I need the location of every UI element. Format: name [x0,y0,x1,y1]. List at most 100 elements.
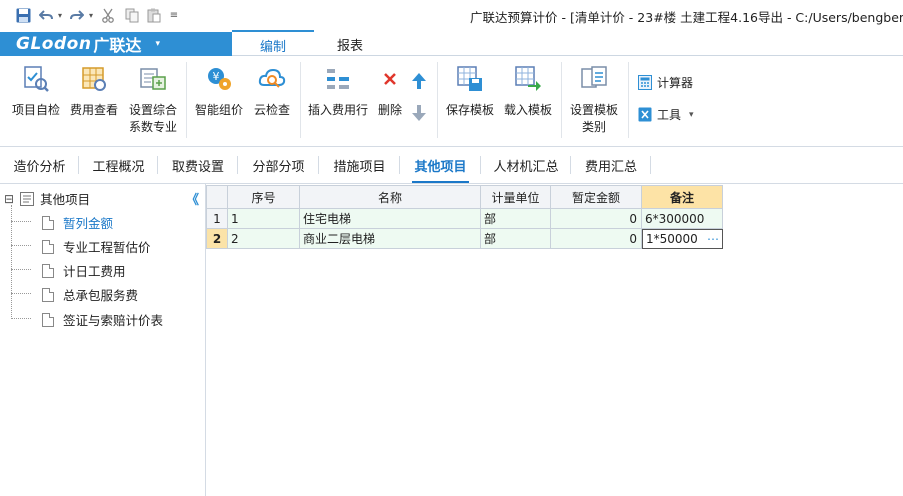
copy-icon[interactable] [124,6,140,24]
cell-remark[interactable]: 6*300000 [642,209,723,229]
load-template-icon [513,64,543,94]
paste-icon[interactable] [146,6,162,24]
document-icon [42,312,54,327]
tree-item-provisional-sum[interactable]: 暂列金额 [42,213,113,232]
set-coefficient-label-line2: 系数专业 [128,120,177,134]
delete-x-icon [375,64,405,94]
smart-price-button[interactable]: ¥ 智能组价 [193,64,245,119]
delete-label: 删除 [377,103,402,117]
cell-unit[interactable]: 部 [481,209,551,229]
column-header-amount[interactable]: 暂定金额 [551,185,642,209]
set-template-category-label-line1: 设置模板 [569,103,618,117]
tab-label: 造价分析 [13,159,66,175]
tree-root-other-items[interactable]: ⊟ 其他项目 [4,189,90,208]
tree-item-daywork[interactable]: 计日工费用 [42,261,126,280]
set-template-category-label: 设置模板 类别 [570,102,618,136]
column-header-unit[interactable]: 计量单位 [481,185,551,209]
fee-view-button[interactable]: 费用查看 [68,64,120,119]
cell-remark-editing[interactable]: 1*50000 ⋯ [642,229,723,249]
tab-cost-analysis[interactable]: 造价分析 [0,147,79,183]
tab-other-items[interactable]: 其他项目 [400,147,481,183]
undo-icon[interactable] [38,6,54,24]
view-tabs: 造价分析 工程概况 取费设置 分部分项 措施项目 其他项目 人材机汇总 费用汇总 [0,147,903,184]
set-template-category-label-line2: 类别 [581,120,606,134]
move-down-icon[interactable] [411,104,427,122]
tree-item-professional-estimate[interactable]: 专业工程暂估价 [42,237,151,256]
self-check-button[interactable]: 项目自检 [10,64,62,119]
svg-text:¥: ¥ [213,70,220,83]
tab-label: 措施项目 [333,159,386,175]
tab-sub-items[interactable]: 分部分项 [238,147,319,183]
redo-icon[interactable] [69,6,85,24]
tree-item-contractor-service[interactable]: 总承包服务费 [42,285,138,304]
cell-amount[interactable]: 0 [551,229,642,249]
redo-dropdown-icon[interactable]: ▾ [86,6,96,24]
undo-dropdown-icon[interactable]: ▾ [55,6,65,24]
menu-tab-report[interactable]: 报表 [314,32,386,56]
cell-name[interactable]: 住宅电梯 [300,209,481,229]
insert-row-icon [323,64,353,94]
tree-connector [11,318,31,319]
insert-fee-row-button[interactable]: 插入费用行 [307,64,369,119]
tree-item-label: 暂列金额 [63,216,114,231]
tools-label: 工具 [657,108,682,122]
column-header-remark[interactable]: 备注 [642,185,723,209]
set-coefficient-button[interactable]: 设置综合 系数专业 [126,64,180,136]
tree-item-visa-claims[interactable]: 签证与索赔计价表 [42,310,163,329]
coefficient-icon [138,64,168,94]
tools-icon [638,107,652,122]
set-coefficient-label-line1: 设置综合 [128,103,177,117]
load-template-button[interactable]: 载入模板 [502,64,554,119]
tab-project-overview[interactable]: 工程概况 [79,147,158,183]
cloud-check-button[interactable]: 云检查 [250,64,294,119]
window-title: 广联达预算计价 - [清单计价 - 23#楼 土建工程4.16导出 - C:/U… [470,10,903,25]
chevron-down-icon: ▾ [689,109,694,120]
save-template-button[interactable]: 保存模板 [444,64,496,119]
collapse-toggle-icon[interactable]: ⊟ [4,192,14,206]
document-icon [42,263,54,278]
floppy-save-icon[interactable] [14,6,32,24]
cut-icon[interactable] [100,6,116,24]
move-up-icon[interactable] [411,72,427,90]
customize-toolbar-icon[interactable]: ≡ [168,6,180,24]
set-template-category-button[interactable]: 设置模板 类别 [567,64,621,136]
tab-labor-material-summary[interactable]: 人材机汇总 [481,147,571,183]
insert-fee-row-label: 插入费用行 [307,103,368,117]
tree-connector [11,221,31,222]
collapse-panel-icon[interactable]: 《 [186,189,199,208]
load-template-label: 载入模板 [503,103,552,117]
tools-button[interactable]: 工具 ▾ [638,106,694,123]
menu-tab-edit[interactable]: 编制 [232,30,314,58]
cell-unit[interactable]: 部 [481,229,551,249]
cell-seq[interactable]: 1 [228,209,300,229]
navigation-tree: 《 ⊟ 其他项目 暂列金额 专业工程暂估价 计日工费用 总承包服务费 签证与索赔… [0,184,206,496]
column-header-name[interactable]: 名称 [300,185,481,209]
calculator-button[interactable]: 计算器 [638,74,693,91]
row-number[interactable]: 1 [206,209,228,229]
tab-measures[interactable]: 措施项目 [319,147,400,183]
ellipsis-button-icon[interactable]: ⋯ [707,232,719,246]
tab-label: 工程概况 [92,159,145,175]
ribbon-separator [186,62,187,138]
cell-name[interactable]: 商业二层电梯 [300,229,481,249]
self-check-label: 项目自检 [11,103,60,117]
tab-fee-settings[interactable]: 取费设置 [158,147,238,183]
template-category-icon [579,64,609,94]
delete-button[interactable]: 删除 [374,64,406,119]
row-number[interactable]: 2 [206,229,228,249]
app-menu-logo[interactable]: GLodon 广联达 ▾ [0,32,232,56]
tab-label: 费用汇总 [584,159,637,175]
tree-connector [11,205,12,319]
logo-text: GLodon [16,34,92,54]
cell-amount[interactable]: 0 [551,209,642,229]
tab-fee-summary[interactable]: 费用汇总 [571,147,651,183]
cell-remark-value: 1*50000 [646,232,698,246]
tab-label: 分部分项 [252,159,305,175]
document-icon [42,215,54,230]
tree-connector [11,245,31,246]
column-header-seq[interactable]: 序号 [228,185,300,209]
cell-seq[interactable]: 2 [228,229,300,249]
tree-item-label: 专业工程暂估价 [63,240,151,255]
chevron-down-icon: ▾ [155,39,160,49]
tree-root-label: 其他项目 [40,192,91,207]
